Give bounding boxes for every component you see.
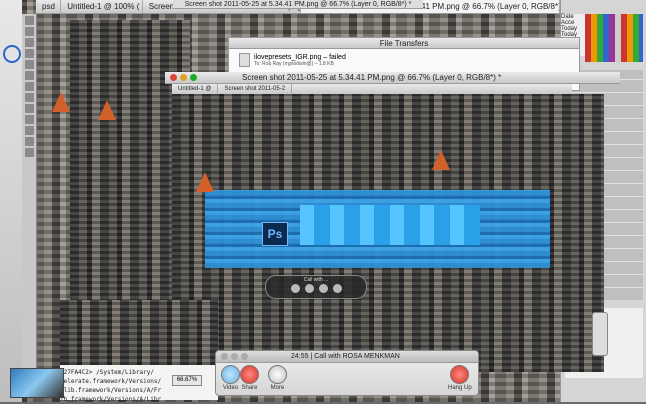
tab-untitled[interactable]: Untitled-1 @: [172, 84, 219, 94]
hang-up-icon: [450, 365, 470, 384]
window-controls: [170, 74, 197, 81]
transfer-detail: To: Rob Ray (rrgoodwin@) – 1.8 KB: [254, 60, 334, 67]
eraser-tool-icon[interactable]: [24, 82, 34, 91]
close-button[interactable]: [170, 74, 177, 81]
side-control-widget[interactable]: [592, 312, 608, 356]
logo-text: Ps: [267, 227, 283, 241]
blue-glitch-region: [300, 205, 480, 245]
transfer-filename: ilovepresets_IGR.png – failed: [254, 53, 346, 61]
zoom-button[interactable]: [190, 74, 197, 81]
zoom-tool-icon[interactable]: [24, 148, 34, 157]
more-button[interactable]: More: [268, 365, 287, 391]
minimize-button[interactable]: [231, 353, 238, 360]
tab-label: Screen shot 2011-05-2: [224, 86, 286, 92]
file-icon: [239, 53, 250, 67]
call-window-titlebar: 24:55 | Call with ROSA MENKMAN: [216, 351, 478, 363]
window-controls: [221, 353, 248, 360]
file-transfers-titlebar: File Transfers: [229, 38, 579, 49]
overlay-label: Call with ...: [303, 277, 329, 283]
lasso-tool-icon[interactable]: [24, 38, 34, 47]
traffic-cone-graphic: [432, 150, 450, 170]
photoshop-logo-icon: Ps: [262, 222, 288, 246]
traffic-cone-graphic: [196, 172, 214, 192]
hand-tool-icon[interactable]: [24, 137, 34, 146]
zoom-button[interactable]: [241, 353, 248, 360]
window-title: Screen shot 2011-05-25 at 5.34.41 PM.png…: [184, 0, 412, 8]
tab-label: psd: [42, 2, 55, 11]
video-button[interactable]: Video: [221, 365, 240, 391]
transfer-row[interactable]: ilovepresets_IGR.png – failed To: Rob Ra…: [229, 49, 579, 71]
button-label: Video: [222, 385, 239, 391]
tab-screenshot[interactable]: Screen shot 2011-05-2: [218, 84, 293, 94]
tab-label: Untitled-1 @: [178, 86, 212, 92]
gradient-tool-icon[interactable]: [24, 93, 34, 102]
terminal-line: ib.framework/Versions/A/Libr: [60, 396, 162, 403]
tools-panel: [22, 14, 37, 384]
hang-up-button[interactable]: Hang Up: [448, 365, 472, 391]
mute-icon[interactable]: [304, 284, 314, 293]
share-icon[interactable]: [332, 284, 342, 293]
move-tool-icon[interactable]: [24, 16, 34, 25]
window-title: Screen shot 2011-05-25 at 5.34.41 PM.png…: [242, 73, 502, 82]
zoom-field[interactable]: 66.67%: [172, 375, 202, 386]
marquee-tool-icon[interactable]: [24, 27, 34, 36]
minimize-button[interactable]: [180, 74, 187, 81]
browser-logo-icon: [3, 45, 21, 63]
thumbnail-preview[interactable]: [10, 368, 64, 398]
brush-tool-icon[interactable]: [24, 60, 34, 69]
window-title: File Transfers: [379, 38, 429, 48]
traffic-cone-graphic: [98, 100, 116, 120]
middle-doc-titlebar: Screen shot 2011-05-25 at 5.34.41 PM.png…: [165, 72, 620, 84]
traffic-cone-graphic: [52, 92, 70, 112]
call-overlay-bar: Call with ...: [265, 275, 367, 299]
crop-tool-icon[interactable]: [24, 49, 34, 58]
left-browser-strip: [0, 0, 22, 402]
call-window: 24:55 | Call with ROSA MENKMAN Video Sha…: [215, 350, 479, 396]
tab-label: Untitled-1 @ 100% (: [67, 2, 140, 11]
end-icon[interactable]: [318, 284, 328, 293]
call-title: 24:55 | Call with ROSA MENKMAN: [291, 353, 400, 360]
share-button[interactable]: Share: [240, 365, 259, 391]
color-swatches[interactable]: [585, 14, 643, 62]
pen-tool-icon[interactable]: [24, 104, 34, 113]
terminal-glitch-overlay: [60, 300, 218, 365]
terminal-line: slib.framework/Versions/A/Fr: [60, 387, 162, 394]
share-icon: [240, 365, 259, 384]
button-label: Share: [241, 385, 258, 391]
video-icon: [221, 365, 240, 384]
more-icon: [268, 365, 287, 384]
type-tool-icon[interactable]: [24, 115, 34, 124]
shape-tool-icon[interactable]: [24, 126, 34, 135]
tab-untitled[interactable]: Untitled-1 @ 100% (: [61, 0, 143, 13]
stamp-tool-icon[interactable]: [24, 71, 34, 80]
video-icon[interactable]: [290, 284, 300, 293]
button-label: Hang Up: [448, 385, 472, 391]
top-doc-titlebar: Screen shot 2011-05-25 at 5.34.41 PM.png…: [173, 0, 423, 9]
tab-psd[interactable]: psd: [36, 0, 62, 13]
button-label: More: [270, 385, 285, 391]
close-button[interactable]: [221, 353, 228, 360]
zoom-value: 66.67%: [176, 377, 198, 383]
column-header: Date Acce: [561, 14, 575, 26]
